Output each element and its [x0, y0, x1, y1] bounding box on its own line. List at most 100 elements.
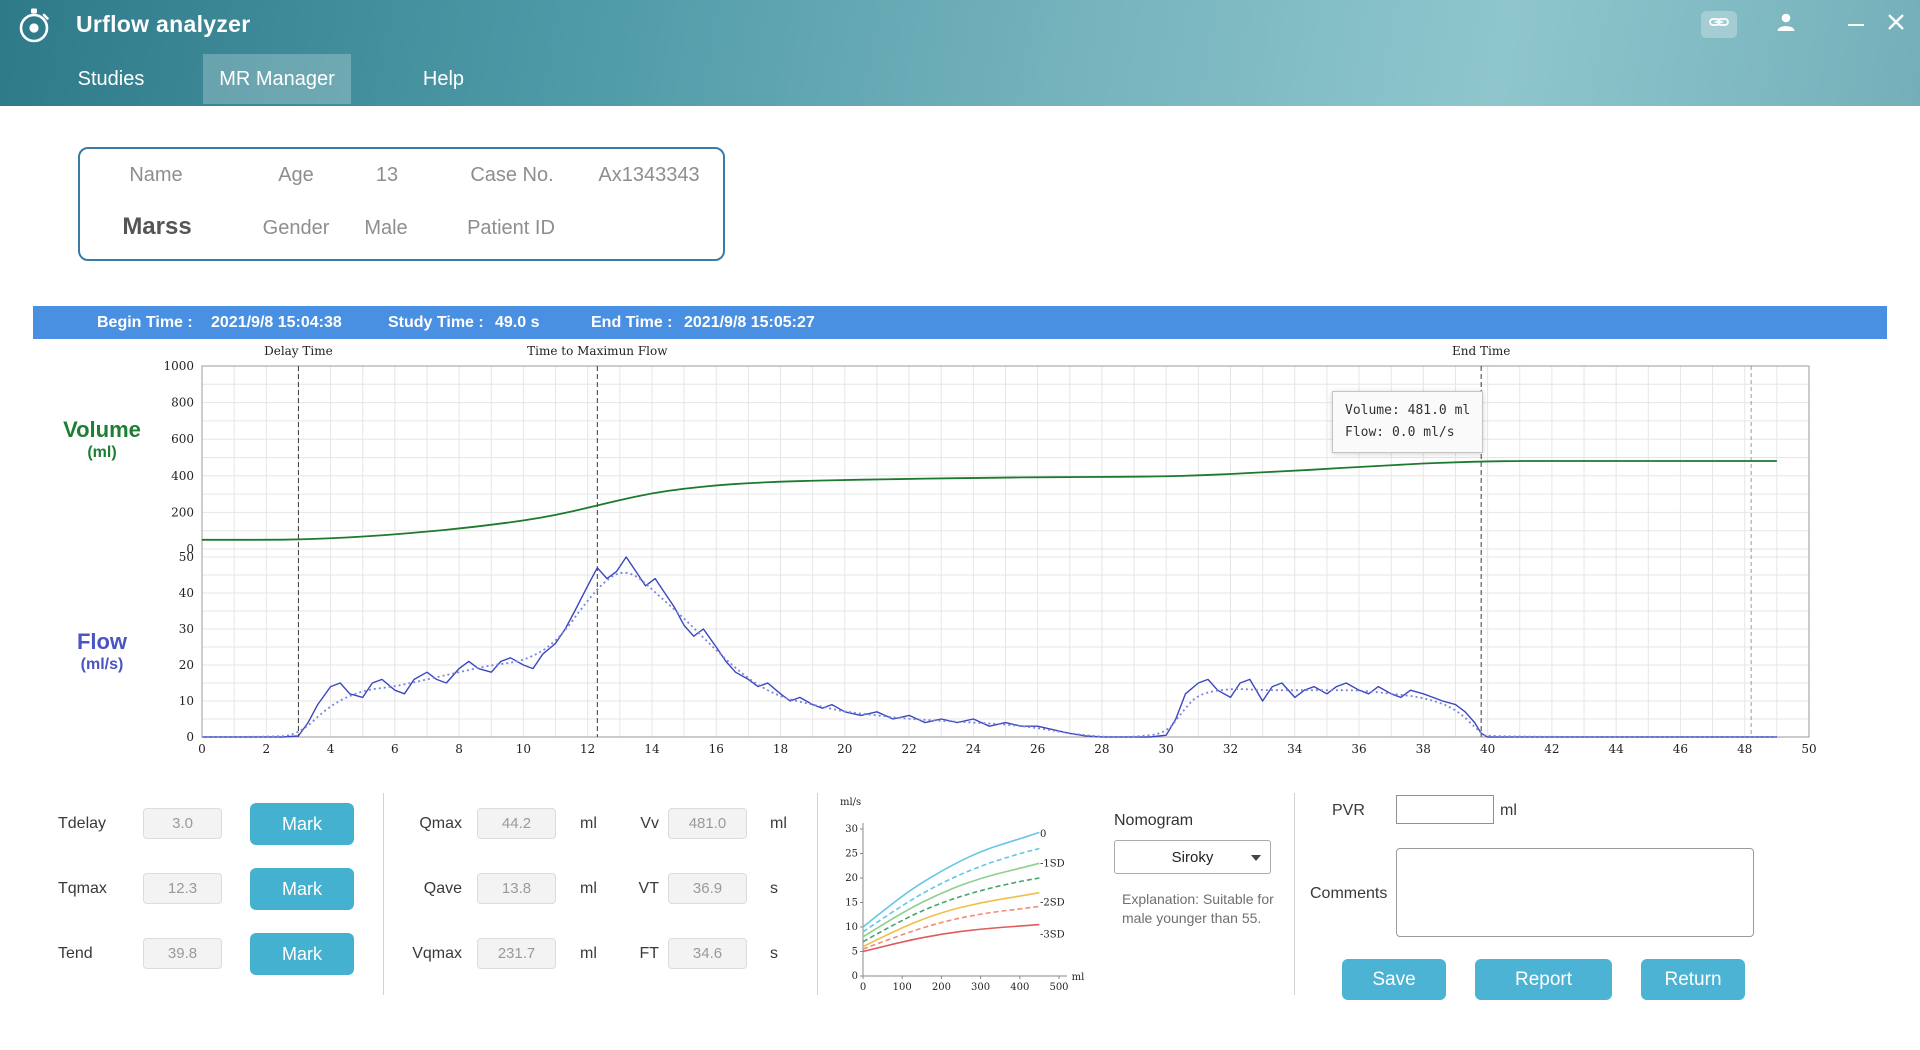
svg-text:38: 38 — [1416, 742, 1431, 756]
svg-text:15: 15 — [845, 898, 858, 909]
gender-label: Gender — [263, 217, 330, 240]
link-button[interactable] — [1701, 11, 1737, 38]
study-time-value: 49.0 s — [495, 306, 539, 339]
report-button[interactable]: Report — [1475, 959, 1612, 1000]
menu-item-studies[interactable]: Studies — [46, 54, 176, 104]
app-title: Urflow analyzer — [76, 11, 251, 38]
qave-input[interactable] — [477, 873, 556, 904]
flow-axis-label: Flow (ml/s) — [37, 629, 167, 674]
svg-text:0: 0 — [860, 982, 866, 993]
svg-text:100: 100 — [893, 982, 912, 993]
vv-input[interactable] — [668, 808, 747, 839]
pvr-input[interactable] — [1396, 795, 1494, 824]
svg-text:6: 6 — [391, 742, 399, 756]
svg-text:50: 50 — [179, 550, 194, 564]
end-time-value: 2021/9/8 15:05:27 — [684, 306, 815, 339]
pvr-unit: ml — [1500, 795, 1517, 826]
svg-text:40: 40 — [1480, 742, 1495, 756]
svg-text:16: 16 — [709, 742, 724, 756]
tend-input[interactable] — [143, 938, 222, 969]
qave-label: Qave — [380, 873, 462, 904]
comments-textarea[interactable] — [1396, 848, 1754, 937]
menu-item-mr-manager[interactable]: MR Manager — [203, 54, 351, 104]
minimize-icon — [1848, 24, 1864, 26]
tdelay-label: Tdelay — [58, 808, 106, 839]
svg-text:200: 200 — [932, 982, 951, 993]
svg-text:500: 500 — [1049, 982, 1068, 993]
tqmax-mark-button[interactable]: Mark — [250, 868, 354, 910]
svg-text:200: 200 — [171, 505, 194, 519]
comments-label: Comments — [1310, 878, 1387, 909]
svg-text:0: 0 — [186, 730, 194, 744]
patient-card: Name Age 13 Case No. Ax1343343 Marss Gen… — [78, 147, 725, 261]
nomogram-label: Nomogram — [1114, 812, 1193, 830]
pvr-label: PVR — [1332, 795, 1365, 826]
tend-mark-button[interactable]: Mark — [250, 933, 354, 975]
qmax-unit: ml — [580, 808, 597, 839]
volume-axis-label: Volume (ml) — [37, 417, 167, 462]
save-button[interactable]: Save — [1342, 959, 1446, 1000]
link-icon — [1709, 15, 1729, 34]
qave-unit: ml — [580, 873, 597, 904]
svg-text:22: 22 — [901, 742, 916, 756]
svg-text:20: 20 — [179, 658, 194, 672]
svg-text:44: 44 — [1609, 742, 1625, 756]
svg-text:20: 20 — [845, 873, 858, 884]
svg-text:12: 12 — [580, 742, 595, 756]
tdelay-mark-button[interactable]: Mark — [250, 803, 354, 845]
svg-text:-1SD: -1SD — [1040, 858, 1065, 869]
svg-text:24: 24 — [966, 742, 982, 756]
vqmax-input[interactable] — [477, 938, 556, 969]
case-no-label: Case No. — [470, 164, 553, 187]
user-button[interactable] — [1770, 8, 1802, 40]
vv-label: Vv — [600, 808, 659, 839]
svg-text:20: 20 — [837, 742, 852, 756]
svg-text:40: 40 — [179, 586, 194, 600]
svg-text:50: 50 — [1801, 742, 1816, 756]
patient-id-label: Patient ID — [467, 217, 555, 240]
svg-text:18: 18 — [773, 742, 788, 756]
tqmax-label: Tqmax — [58, 873, 107, 904]
svg-text:10: 10 — [516, 742, 531, 756]
gender-value: Male — [364, 217, 407, 240]
close-icon — [1888, 14, 1904, 35]
svg-text:14: 14 — [644, 742, 660, 756]
svg-text:0: 0 — [1040, 829, 1046, 840]
divider — [817, 793, 818, 995]
menu-item-help[interactable]: Help — [396, 54, 491, 104]
nomogram-explanation: Explanation: Suitable for male younger t… — [1122, 890, 1307, 928]
timebar: Begin Time : 2021/9/8 15:04:38 Study Tim… — [33, 306, 1887, 339]
svg-text:30: 30 — [845, 824, 858, 835]
svg-text:26: 26 — [1030, 742, 1045, 756]
svg-text:End Time: End Time — [1452, 344, 1510, 358]
svg-text:8: 8 — [455, 742, 463, 756]
nomogram-select[interactable]: Siroky — [1114, 840, 1271, 874]
vt-label: VT — [600, 873, 659, 904]
return-button[interactable]: Return — [1641, 959, 1745, 1000]
svg-text:0: 0 — [198, 742, 206, 756]
vt-input[interactable] — [668, 873, 747, 904]
svg-text:400: 400 — [1010, 982, 1029, 993]
case-no-value: Ax1343343 — [598, 164, 699, 187]
titlebar: Urflow analyzer — [0, 0, 1920, 106]
divider — [1294, 793, 1295, 995]
svg-text:Delay Time: Delay Time — [264, 344, 333, 358]
ft-input[interactable] — [668, 938, 747, 969]
svg-text:Time to Maximun Flow: Time to Maximun Flow — [527, 344, 668, 358]
minimize-button[interactable] — [1843, 12, 1869, 38]
name-label: Name — [129, 164, 182, 187]
uroflow-chart-svg[interactable]: 0246810121416182022242628303234363840424… — [33, 339, 1887, 760]
tooltip-volume: Volume: 481.0 ml — [1345, 400, 1470, 422]
nomogram-chart-svg: 0510152025300100200300400500ml/sml0-1SD-… — [834, 790, 1094, 998]
qmax-input[interactable] — [477, 808, 556, 839]
svg-text:5: 5 — [852, 947, 858, 958]
tdelay-input[interactable] — [143, 808, 222, 839]
close-button[interactable] — [1882, 10, 1910, 38]
svg-text:ml/s: ml/s — [840, 797, 861, 808]
svg-text:48: 48 — [1737, 742, 1752, 756]
tqmax-input[interactable] — [143, 873, 222, 904]
name-value: Marss — [122, 213, 191, 241]
qmax-label: Qmax — [380, 808, 462, 839]
chart-tooltip: Volume: 481.0 ml Flow: 0.0 ml/s — [1332, 391, 1483, 453]
end-time-label: End Time : — [591, 306, 673, 339]
